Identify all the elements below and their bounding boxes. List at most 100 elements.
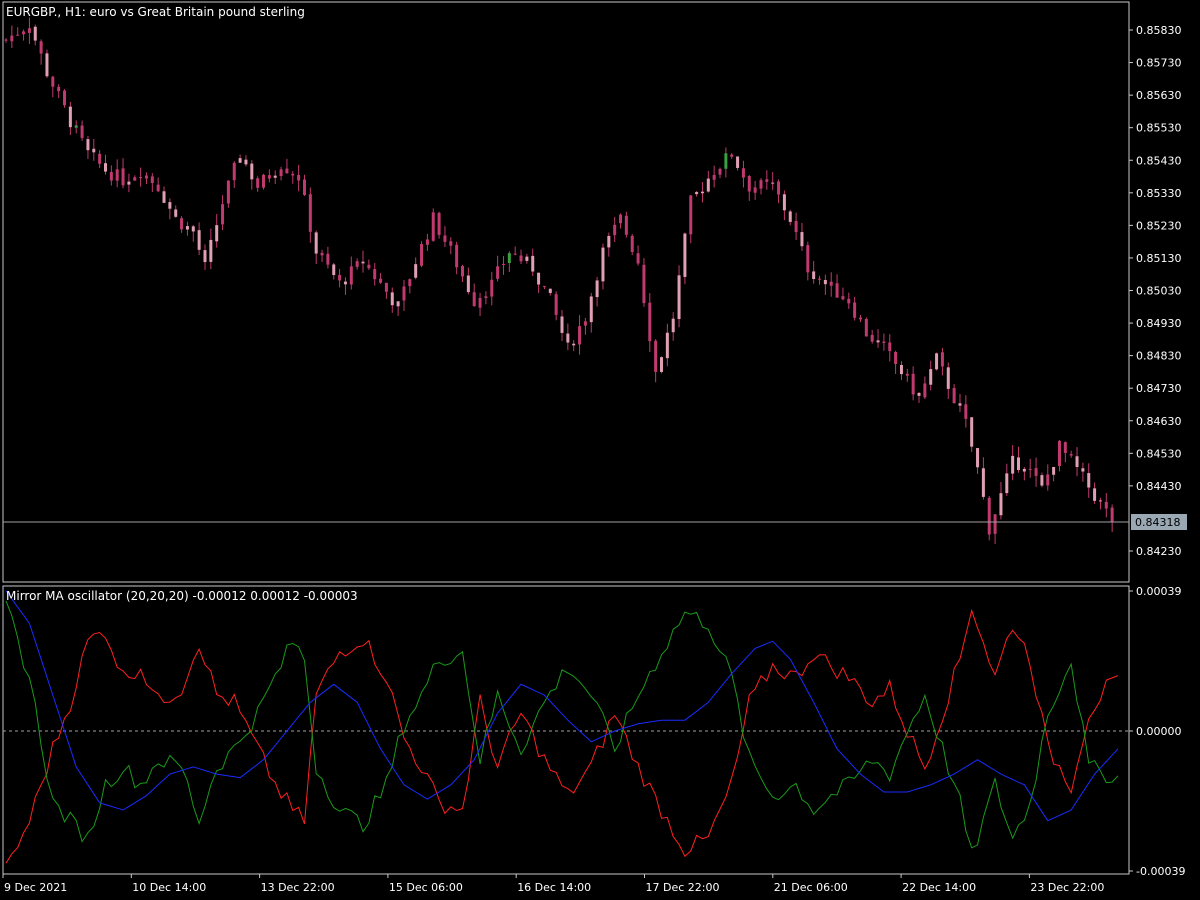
candle-body	[1005, 473, 1009, 494]
candle-body	[144, 175, 148, 179]
trading-chart[interactable]: 0.85830 0.85730 0.85630 0.85530 0.85430 0.853…	[0, 0, 1200, 900]
candle-body	[314, 232, 318, 254]
candle-body	[472, 292, 476, 307]
candle-body	[27, 28, 31, 33]
candle-body	[355, 261, 359, 267]
candle-body	[297, 175, 301, 181]
candle-body	[180, 218, 184, 230]
candle-body	[1057, 440, 1061, 467]
price-tick-label: 0.84230	[1136, 545, 1182, 558]
candle-body	[139, 177, 143, 179]
candle-body	[92, 148, 96, 153]
candle-body	[291, 173, 295, 176]
candle-body	[899, 364, 903, 375]
candle-body	[1087, 473, 1091, 488]
time-tick-label: 21 Dec 06:00	[774, 881, 848, 894]
candle-body	[1017, 457, 1021, 470]
chart-background	[0, 0, 1200, 900]
candle-body	[115, 169, 119, 181]
candle-body	[1081, 468, 1085, 472]
candle-body	[63, 90, 67, 106]
time-tick-label: 16 Dec 14:00	[517, 881, 591, 894]
candle-body	[74, 125, 78, 128]
osc-tick-label: 0.00000	[1136, 725, 1182, 738]
candle-body	[273, 175, 277, 178]
candle-body	[806, 245, 810, 273]
candle-body	[940, 352, 944, 367]
candle-body	[45, 53, 49, 77]
candle-body	[958, 403, 962, 406]
candle-body	[911, 373, 915, 395]
candle-body	[390, 292, 394, 306]
price-tick-label: 0.84830	[1136, 350, 1182, 363]
candle-body	[993, 514, 997, 534]
candle-body	[841, 296, 845, 300]
candle-body	[215, 225, 219, 242]
candle-body	[4, 39, 8, 41]
candle-body	[923, 383, 927, 398]
candle-body	[835, 283, 839, 298]
candle-body	[51, 76, 55, 87]
candle-body	[431, 212, 435, 241]
candle-body	[507, 253, 511, 263]
candle-body	[976, 448, 980, 468]
candle-body	[256, 178, 260, 188]
price-tick-label: 0.84630	[1136, 415, 1182, 428]
candle-body	[408, 279, 412, 287]
candle-body	[39, 41, 43, 54]
candle-body	[566, 333, 570, 343]
candle-body	[905, 373, 909, 376]
candle-body	[1028, 468, 1032, 470]
candle-body	[238, 158, 242, 163]
candle-body	[689, 195, 693, 235]
candle-body	[361, 261, 365, 264]
candle-body	[16, 34, 20, 36]
candle-body	[1046, 474, 1050, 486]
candle-body	[121, 168, 125, 186]
candle-body	[619, 214, 623, 224]
candle-body	[818, 278, 822, 280]
candle-body	[935, 353, 939, 370]
candle-body	[812, 271, 816, 280]
candle-body	[302, 179, 306, 195]
candle-body	[150, 176, 154, 183]
candle-body	[279, 169, 283, 176]
candle-body	[174, 209, 178, 217]
candle-body	[168, 202, 172, 209]
candle-body	[894, 351, 898, 364]
candle-body	[753, 187, 757, 193]
candle-body	[1075, 456, 1079, 467]
indicator-title: Mirror MA oscillator (20,20,20) -0.00012…	[6, 589, 358, 603]
candle-body	[343, 281, 347, 285]
candle-body	[636, 253, 640, 264]
price-tick-label: 0.85330	[1136, 187, 1182, 200]
candle-body	[425, 239, 429, 245]
candle-body	[847, 298, 851, 304]
candle-body	[466, 275, 470, 293]
candle-body	[952, 388, 956, 404]
price-tick-label: 0.85630	[1136, 89, 1182, 102]
price-tick-label: 0.85430	[1136, 154, 1182, 167]
candle-body	[1011, 455, 1015, 474]
candle-body	[595, 280, 599, 298]
candle-body	[560, 316, 564, 333]
candle-body	[285, 168, 289, 174]
candle-body	[109, 172, 113, 181]
candle-body	[209, 239, 213, 262]
candle-body	[332, 264, 336, 276]
candle-body	[794, 221, 798, 233]
candle-body	[86, 139, 90, 151]
price-tick-label: 0.85030	[1136, 285, 1182, 298]
candle-body	[197, 230, 201, 250]
candle-body	[308, 194, 312, 232]
candle-body	[800, 232, 804, 247]
price-tick-label: 0.85830	[1136, 24, 1182, 37]
candle-body	[373, 269, 377, 280]
candle-body	[741, 168, 745, 178]
current-price-badge: 0.84318	[1131, 514, 1187, 530]
candle-body	[250, 163, 254, 180]
candle-body	[367, 264, 371, 269]
time-tick-label: 13 Dec 22:00	[261, 881, 335, 894]
candle-body	[244, 159, 248, 165]
candle-body	[68, 106, 72, 128]
